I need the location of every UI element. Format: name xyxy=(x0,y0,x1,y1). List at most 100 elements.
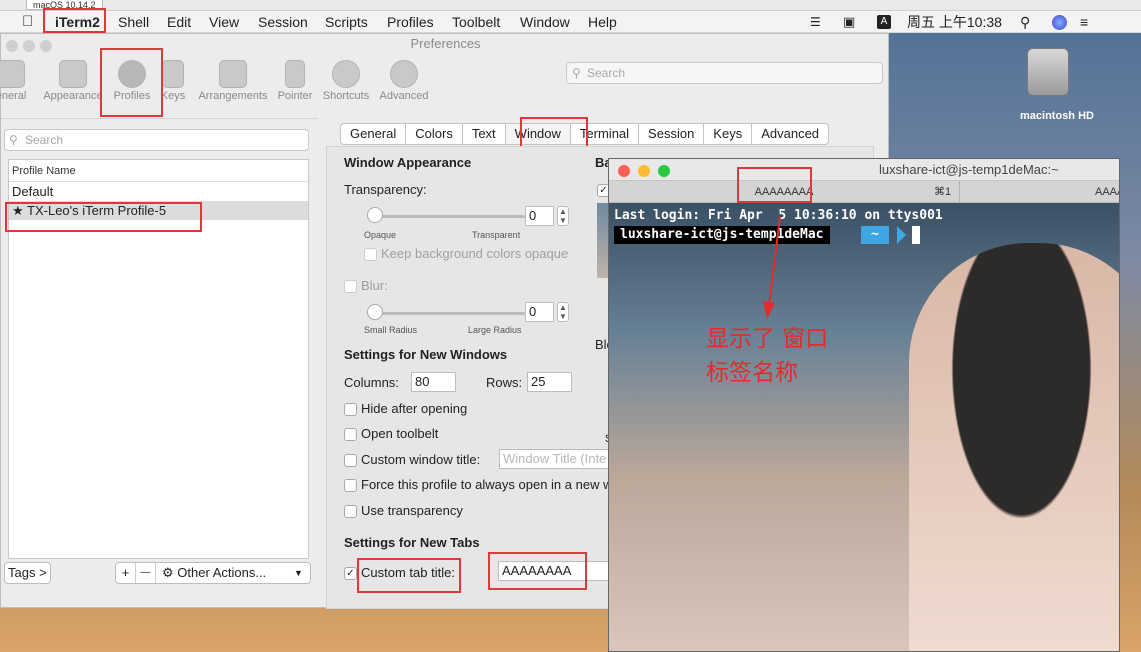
chevron-down-icon: ▼ xyxy=(294,568,303,578)
transparency-value[interactable]: 0 xyxy=(525,206,554,226)
menu-help[interactable]: Help xyxy=(588,11,617,33)
menu-clock[interactable]: 周五 上午10:38 xyxy=(907,11,1002,33)
terminal-body[interactable]: Last login: Fri Apr 5 10:36:10 on ttys00… xyxy=(609,203,1119,651)
toolbar-arrangements[interactable]: Arrangements xyxy=(196,56,270,106)
remove-profile-button[interactable]: — xyxy=(136,563,156,583)
vm-tab[interactable]: macOS 10.14.2 xyxy=(26,0,103,10)
toolbar-general[interactable]: eneral xyxy=(0,56,39,106)
window-appearance-heading: Window Appearance xyxy=(344,155,472,170)
tab-keys[interactable]: Keys xyxy=(704,124,753,144)
prefs-search-input[interactable]: ⚲ Search xyxy=(566,62,883,84)
custom-window-title-checkbox[interactable]: Custom window title: xyxy=(344,452,480,468)
terminal-titlebar: luxshare-ict@js-temp1deMac:~ xyxy=(609,159,1119,181)
keep-bg-opaque-checkbox[interactable]: Keep background colors opaque xyxy=(364,246,568,262)
general-icon xyxy=(0,60,25,88)
terminal-title: luxshare-ict@js-temp1deMac:~ xyxy=(879,162,1059,177)
blur-value[interactable]: 0 xyxy=(525,302,554,322)
terminal-minimize-button[interactable] xyxy=(638,165,650,177)
terminal-zoom-button[interactable] xyxy=(658,165,670,177)
rows-input[interactable]: 25 xyxy=(527,372,572,392)
blur-checkbox[interactable]: Blur: xyxy=(344,278,388,294)
profile-list: Profile Name Default ★ TX-Leo's iTerm Pr… xyxy=(8,159,309,559)
toolbar-shortcuts[interactable]: Shortcuts xyxy=(319,56,373,106)
pointer-icon xyxy=(285,60,305,88)
annotation-arrow xyxy=(763,216,781,319)
use-transparency-checkbox[interactable]: Use transparency xyxy=(344,503,463,519)
terminal-tab-1[interactable]: AAAAAAAA xyxy=(609,181,959,203)
opaque-label: Opaque xyxy=(364,230,397,240)
tab-general[interactable]: General xyxy=(341,124,407,144)
menu-app-iterm2[interactable]: iTerm2 xyxy=(55,11,100,33)
arrangements-icon xyxy=(219,60,247,88)
menu-profiles[interactable]: Profiles xyxy=(387,11,434,33)
menu-shell[interactable]: Shell xyxy=(118,11,149,33)
transparency-knob[interactable] xyxy=(367,207,383,223)
notification-center-icon[interactable]: ≡ xyxy=(1080,11,1088,33)
annotation-text-line1: 显示了 窗口 xyxy=(706,326,829,352)
transparency-stepper[interactable]: ▲ ▼ xyxy=(557,206,569,226)
profile-row-selected[interactable]: ★ TX-Leo's iTerm Profile-5 xyxy=(9,201,308,220)
hard-drive-icon[interactable] xyxy=(1027,48,1069,96)
profile-search-input[interactable]: ⚲ Search xyxy=(4,129,309,151)
toolbar-pointer[interactable]: Pointer xyxy=(270,56,320,106)
transparency-slider[interactable] xyxy=(367,215,525,218)
force-profile-checkbox[interactable]: Force this profile to always open in a n… xyxy=(344,477,612,493)
status-bars-icon[interactable]: ☰ xyxy=(810,11,821,33)
prompt-arrow-icon xyxy=(897,226,906,244)
spotlight-icon[interactable]: ⚲ xyxy=(1020,11,1030,33)
toolbar-appearance[interactable]: Appearance xyxy=(43,56,103,106)
vm-tab-strip: macOS 10.14.2 xyxy=(0,0,1141,11)
transparent-label: Transparent xyxy=(472,230,521,240)
minimize-button[interactable] xyxy=(23,40,35,52)
menu-window[interactable]: Window xyxy=(520,11,570,33)
profile-list-header[interactable]: Profile Name xyxy=(9,160,308,182)
profile-row-default[interactable]: Default xyxy=(9,182,308,201)
terminal-cursor xyxy=(912,226,920,244)
custom-tab-title-checkbox[interactable]: ✓ Custom tab title: xyxy=(344,565,455,581)
toolbar-advanced[interactable]: Advanced xyxy=(375,56,433,106)
blur-stepper[interactable]: ▲ ▼ xyxy=(557,302,569,322)
profiles-icon xyxy=(118,60,146,88)
custom-tab-title-input[interactable]: AAAAAAAA xyxy=(498,561,613,581)
tab-terminal[interactable]: Terminal xyxy=(571,124,640,144)
columns-input[interactable]: 80 xyxy=(411,372,456,392)
zoom-button[interactable] xyxy=(40,40,52,52)
advanced-gear-icon xyxy=(390,60,418,88)
add-profile-button[interactable]: + xyxy=(116,563,136,583)
appearance-icon xyxy=(59,60,87,88)
terminal-close-button[interactable] xyxy=(618,165,630,177)
display-icon[interactable]: ▣ xyxy=(843,11,855,33)
blur-slider[interactable] xyxy=(367,312,525,315)
tags-button[interactable]: Tags > xyxy=(4,562,51,584)
siri-icon[interactable] xyxy=(1052,15,1067,30)
menu-session[interactable]: Session xyxy=(258,11,308,33)
tab-colors[interactable]: Colors xyxy=(406,124,463,144)
prompt-dir-segment: ~ xyxy=(861,226,889,244)
terminal-tab-2[interactable]: AAAA xyxy=(959,181,1119,203)
input-source-indicator[interactable]: A xyxy=(877,15,891,29)
terminal-tab-1-shortcut: ⌘1 xyxy=(934,186,952,198)
menu-toolbelt[interactable]: Toolbelt xyxy=(452,11,500,33)
search-icon: ⚲ xyxy=(9,133,18,147)
small-radius-label: Small Radius xyxy=(364,325,418,335)
window-title-input[interactable]: Window Title (Inte xyxy=(499,449,614,469)
hide-after-opening-checkbox[interactable]: Hide after opening xyxy=(344,401,467,417)
other-actions-button[interactable]: ⚙ Other Actions... xyxy=(156,563,294,583)
apple-icon[interactable]:  xyxy=(22,11,33,33)
tab-session[interactable]: Session xyxy=(639,124,705,144)
open-toolbelt-checkbox[interactable]: Open toolbelt xyxy=(344,426,438,442)
blur-knob[interactable] xyxy=(367,304,383,320)
tab-text[interactable]: Text xyxy=(463,124,506,144)
menu-view[interactable]: View xyxy=(209,11,239,33)
new-windows-heading: Settings for New Windows xyxy=(344,347,508,362)
tab-advanced[interactable]: Advanced xyxy=(752,124,828,144)
gear-icon: ⚙ xyxy=(162,565,178,580)
menu-scripts[interactable]: Scripts xyxy=(325,11,368,33)
tab-window[interactable]: Window xyxy=(505,124,571,144)
close-button[interactable] xyxy=(6,40,18,52)
menu-edit[interactable]: Edit xyxy=(167,11,191,33)
new-tabs-heading: Settings for New Tabs xyxy=(344,535,480,550)
toolbar-keys[interactable]: Keys xyxy=(151,56,195,106)
annotation-text-line2: 标签名称 xyxy=(706,360,798,386)
columns-label: Columns: xyxy=(344,375,399,390)
